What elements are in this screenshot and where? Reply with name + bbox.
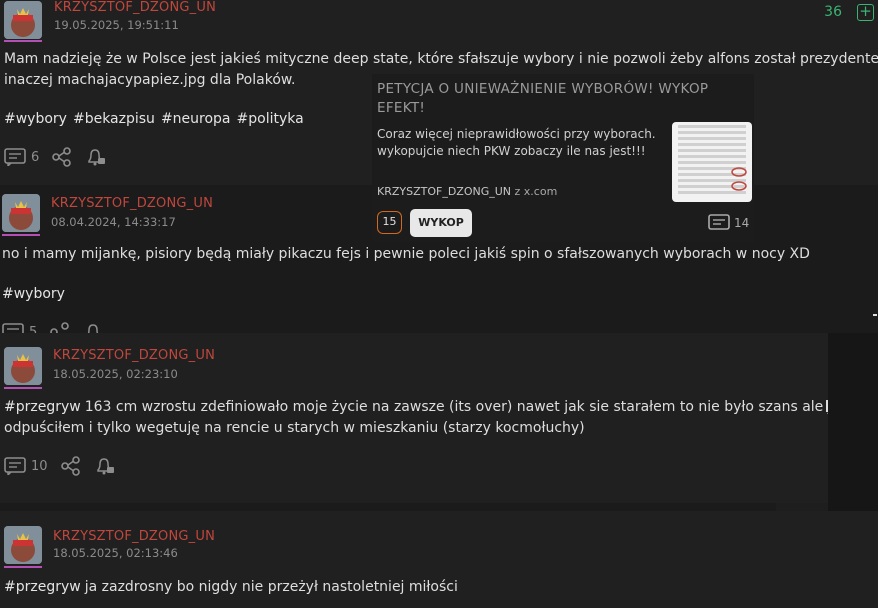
- post-date[interactable]: 18.05.2025, 02:23:10: [53, 367, 178, 381]
- popup-description-line-1: Coraz więcej nieprawidłowości przy wybor…: [377, 127, 656, 141]
- post-text-line-1: #przegryw 163 cm wzrostu zdefiniowało moj…: [4, 397, 878, 418]
- comment-icon: [708, 214, 730, 230]
- post-text-line-2: odpuściłem i tylko wegetuję na rencie u …: [4, 420, 585, 436]
- post-actions: 6: [4, 147, 107, 167]
- avatar-image: [4, 347, 42, 385]
- popup-vote-count: 15: [377, 211, 402, 234]
- comment-icon: [4, 457, 26, 475]
- avatar[interactable]: [4, 526, 42, 564]
- avatar[interactable]: [2, 194, 40, 232]
- comment-icon: [4, 148, 26, 166]
- link-preview-popup[interactable]: PETYCJA O UNIEWAŻNIENIE WYBORÓW! WYKOP E…: [372, 74, 754, 242]
- scroll-marker: [873, 314, 877, 316]
- share-icon[interactable]: [51, 147, 73, 167]
- avatar-underline: [4, 387, 42, 389]
- popup-author: KRZYSZTOF_DZONG_UN z x.com: [377, 185, 557, 198]
- tag-link[interactable]: #wybory: [2, 286, 65, 302]
- text-cursor: [826, 400, 828, 412]
- share-icon[interactable]: [60, 456, 82, 476]
- post-text-line-1: no i mamy mijankę, pisiory będą miały pi…: [2, 246, 810, 262]
- share-icon[interactable]: [49, 322, 71, 333]
- post-tags: #wybory #bekazpisu #neuropa #polityka: [4, 111, 310, 127]
- avatar-image: [2, 194, 40, 232]
- comments-button[interactable]: 6: [4, 148, 39, 166]
- tag-link[interactable]: #wybory: [4, 111, 67, 127]
- username[interactable]: KRZYSZTOF_DZONG_UN: [54, 0, 216, 15]
- tag-link[interactable]: #bekazpisu: [73, 111, 155, 127]
- avatar[interactable]: [4, 1, 42, 39]
- post-3: KRZYSZTOF_DZONG_UN 18.05.2025, 02:23:10 …: [0, 333, 878, 503]
- post-text: ja zazdrosny bo nigdy nie przeżył nastol…: [84, 579, 458, 595]
- post-date[interactable]: 18.05.2025, 02:13:46: [53, 546, 178, 560]
- comments-button[interactable]: 10: [4, 457, 48, 475]
- post-4: KRZYSZTOF_DZONG_UN 18.05.2025, 02:13:46 …: [0, 511, 878, 608]
- background-gap: [828, 333, 878, 513]
- vote-count: 36: [824, 4, 842, 20]
- popup-thumbnail: [672, 122, 752, 202]
- notification-bell-icon[interactable]: [83, 322, 105, 333]
- post-actions: 5: [2, 322, 105, 333]
- tag-link[interactable]: #polityka: [237, 111, 304, 127]
- post-date[interactable]: 08.04.2024, 14:33:17: [51, 215, 176, 229]
- post-text-line-1: Mam nadzieję że w Polsce jest jakieś mit…: [4, 51, 878, 67]
- popup-author-name[interactable]: KRZYSZTOF_DZONG_UN: [377, 185, 511, 198]
- post-tags: #wybory: [2, 286, 71, 302]
- avatar-underline: [2, 234, 40, 236]
- comment-count: 6: [31, 149, 40, 165]
- post-text-line-2: inaczej machajacypapiez.jpg dla Polaków.: [4, 72, 296, 88]
- avatar-image: [4, 526, 42, 564]
- post-actions: 10: [4, 456, 116, 476]
- comment-count: 10: [31, 458, 48, 474]
- username[interactable]: KRZYSZTOF_DZONG_UN: [51, 196, 213, 211]
- notification-bell-icon[interactable]: [85, 147, 107, 167]
- username[interactable]: KRZYSZTOF_DZONG_UN: [53, 348, 215, 363]
- comment-icon: [2, 323, 24, 333]
- highlight-circle-icon: [731, 167, 747, 191]
- tag-link[interactable]: #przegryw: [4, 399, 81, 415]
- divider: [0, 503, 776, 511]
- tag-link[interactable]: #neuropa: [161, 111, 231, 127]
- comments-button[interactable]: 5: [2, 323, 37, 333]
- avatar-image: [4, 1, 42, 39]
- popup-comments[interactable]: 14: [708, 214, 749, 232]
- wykop-button[interactable]: WYKOP: [410, 209, 472, 237]
- plus-icon[interactable]: +: [857, 4, 874, 21]
- avatar-underline: [4, 40, 42, 42]
- comment-count: 5: [29, 324, 38, 334]
- notification-bell-icon[interactable]: [94, 456, 116, 476]
- popup-title[interactable]: PETYCJA O UNIEWAŻNIENIE WYBORÓW! WYKOP E…: [377, 80, 737, 118]
- popup-description-line-2: wykopujcie niech PKW zobaczy ile nas jes…: [377, 144, 646, 158]
- post-text: 163 cm wzrostu zdefiniowało moje życie n…: [84, 399, 878, 415]
- post-text-line-1: #przegryw ja zazdrosny bo nigdy nie przeż…: [4, 577, 458, 598]
- popup-description: Coraz więcej nieprawidłowości przy wybor…: [377, 126, 656, 160]
- avatar-underline: [4, 566, 42, 568]
- tag-link[interactable]: #przegryw: [4, 579, 81, 595]
- popup-comment-count: 14: [734, 216, 750, 230]
- post-date[interactable]: 19.05.2025, 19:51:11: [54, 18, 179, 32]
- username[interactable]: KRZYSZTOF_DZONG_UN: [53, 529, 215, 544]
- avatar[interactable]: [4, 347, 42, 385]
- popup-source: z x.com: [514, 185, 558, 198]
